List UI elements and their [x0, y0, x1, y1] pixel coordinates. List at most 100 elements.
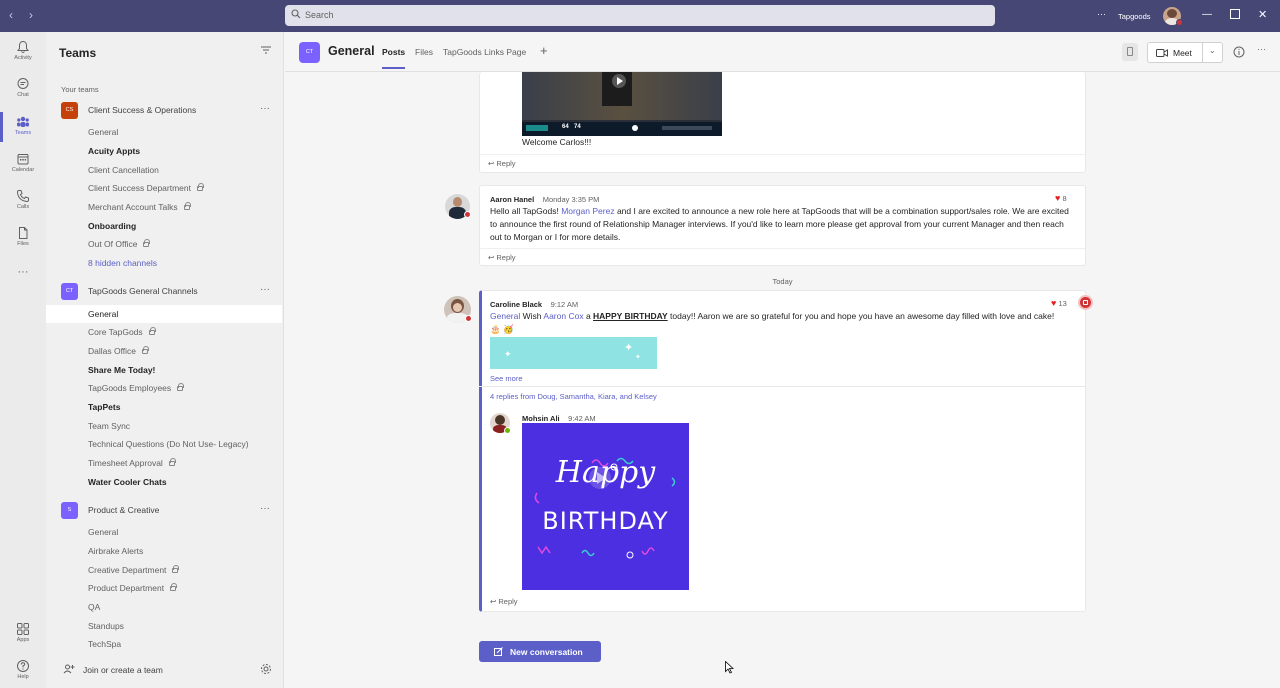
- add-tab-icon[interactable]: +: [540, 43, 548, 58]
- team-tapgoods-general[interactable]: CT TapGoods General Channels ···: [46, 282, 284, 302]
- hidden-channels-link[interactable]: 8 hidden channels: [46, 254, 282, 272]
- gear-icon[interactable]: [260, 663, 272, 675]
- reply-label: Reply: [496, 253, 516, 262]
- info-icon[interactable]: [1233, 46, 1245, 58]
- channel-item[interactable]: Out Of Office: [46, 235, 282, 253]
- clipboard-icon[interactable]: [1122, 43, 1138, 61]
- replies-summary-link[interactable]: 4 replies from Doug, Samantha, Kiara, an…: [490, 392, 657, 401]
- channel-item[interactable]: Creative Department: [46, 561, 282, 579]
- channel-item[interactable]: Water Cooler Chats: [46, 473, 282, 491]
- rail-label: Teams: [14, 130, 32, 136]
- tab-posts[interactable]: Posts: [382, 47, 406, 69]
- rail-calendar[interactable]: Calendar: [0, 152, 46, 173]
- meet-button[interactable]: Meet ⌄: [1147, 42, 1223, 63]
- rail-activity[interactable]: Activity: [0, 40, 46, 61]
- rail-apps[interactable]: Apps: [0, 622, 46, 643]
- your-teams-label: Your teams: [61, 85, 99, 94]
- video-thumbnail[interactable]: 64 74: [522, 72, 722, 136]
- channel-item[interactable]: QA: [46, 598, 282, 616]
- more-options-icon[interactable]: ···: [260, 103, 270, 114]
- message-author: Aaron Hanel: [490, 195, 535, 204]
- channel-item[interactable]: Standups: [46, 617, 282, 635]
- channel-item[interactable]: Timesheet Approval: [46, 454, 282, 472]
- channel-label: Water Cooler Chats: [88, 477, 167, 487]
- channel-title: General: [328, 44, 375, 58]
- rail-calls[interactable]: Calls: [0, 189, 46, 210]
- channel-label: Onboarding: [88, 221, 137, 231]
- channel-item[interactable]: General: [46, 305, 282, 323]
- see-more-link[interactable]: See more: [490, 374, 523, 383]
- filter-icon[interactable]: [261, 46, 271, 54]
- channel-item[interactable]: Acuity Appts: [46, 142, 282, 160]
- tab-files[interactable]: Files: [415, 47, 433, 57]
- tab-links-page[interactable]: TapGoods Links Page: [443, 47, 526, 57]
- birthday-gif[interactable]: Happy BIRTHDAY: [522, 423, 689, 590]
- channel-item[interactable]: Merchant Account Talks: [46, 198, 282, 216]
- channel-label: Client Cancellation: [88, 165, 159, 175]
- channel-item[interactable]: TapGoods Employees: [46, 379, 282, 397]
- search-input[interactable]: Search: [285, 5, 995, 26]
- mention-link[interactable]: Morgan Perez: [561, 206, 614, 216]
- join-create-team[interactable]: Join or create a team: [46, 656, 284, 684]
- reply-button[interactable]: ↩ Reply: [488, 159, 516, 168]
- reaction-badge[interactable]: ♥ 13: [1051, 298, 1067, 308]
- channel-item[interactable]: General: [46, 523, 282, 541]
- message-author: Caroline Black: [490, 300, 543, 309]
- channel-avatar: CT: [299, 42, 320, 63]
- back-arrow-icon[interactable]: ‹: [9, 8, 13, 22]
- channel-label: Creative Department: [88, 565, 167, 575]
- more-apps-icon[interactable]: ···: [0, 266, 46, 278]
- search-placeholder: Search: [305, 10, 334, 20]
- channel-item[interactable]: Technical Questions (Do Not Use- Legacy): [46, 435, 282, 453]
- presence-busy-icon: [1176, 19, 1183, 26]
- channel-item[interactable]: Dallas Office: [46, 342, 282, 360]
- channel-item[interactable]: Airbrake Alerts: [46, 542, 282, 560]
- more-options-icon[interactable]: ···: [1257, 44, 1266, 54]
- reaction-badge[interactable]: ♥ 8: [1055, 193, 1067, 203]
- message-text: Hello all TapGods! Morgan Perez and I ar…: [490, 205, 1075, 244]
- rail-teams[interactable]: Teams: [0, 112, 46, 142]
- teams-icon: [17, 116, 29, 127]
- calendar-icon: [17, 154, 29, 165]
- channel-item[interactable]: Product Department: [46, 579, 282, 597]
- channel-item[interactable]: Client Success Department: [46, 179, 282, 197]
- channel-item[interactable]: Team Sync: [46, 417, 282, 435]
- heart-icon: ♥: [1055, 193, 1061, 203]
- help-icon: [17, 660, 29, 672]
- channel-item[interactable]: General: [46, 123, 282, 141]
- reply-button[interactable]: ↩ Reply: [488, 253, 516, 262]
- mention-link[interactable]: General: [490, 311, 520, 321]
- more-options-icon[interactable]: ···: [260, 503, 270, 514]
- rail-help[interactable]: Help: [0, 659, 46, 680]
- chat-icon: [17, 78, 29, 89]
- new-conversation-button[interactable]: New conversation: [479, 641, 601, 662]
- rail-chat[interactable]: Chat: [0, 77, 46, 98]
- rail-label: Calls: [16, 204, 30, 210]
- team-avatar: CT: [61, 283, 78, 300]
- channel-item[interactable]: Core TapGods: [46, 323, 282, 341]
- bell-icon: [17, 40, 29, 53]
- more-options-icon[interactable]: ···: [260, 284, 270, 295]
- team-client-success[interactable]: CS Client Success & Operations ···: [46, 101, 284, 121]
- message-text-part: Wish: [520, 311, 544, 321]
- mention-link[interactable]: Aaron Cox: [543, 311, 583, 321]
- chevron-down-icon[interactable]: ⌄: [1209, 46, 1216, 55]
- channel-item[interactable]: TapPets: [46, 398, 282, 416]
- search-icon: [291, 9, 301, 19]
- forward-arrow-icon[interactable]: ›: [29, 8, 33, 22]
- reaction-count: 8: [1062, 194, 1067, 203]
- reply-button[interactable]: ↩ Reply: [490, 597, 518, 606]
- channel-label: Product Department: [88, 583, 165, 593]
- channel-item[interactable]: TechSpa: [46, 635, 282, 653]
- play-icon: [617, 77, 623, 85]
- channel-item[interactable]: Share Me Today!: [46, 361, 282, 379]
- channel-item[interactable]: Onboarding: [46, 217, 282, 235]
- banner-image[interactable]: ✦ ✦ ✦: [490, 337, 657, 369]
- maximize-icon[interactable]: [1230, 9, 1240, 19]
- rail-files[interactable]: Files: [0, 226, 46, 247]
- team-product-creative[interactable]: S Product & Creative ···: [46, 501, 284, 521]
- lock-icon: [177, 383, 185, 391]
- message-text-part: a: [583, 311, 594, 321]
- reaction-count: 13: [1058, 299, 1067, 308]
- channel-item[interactable]: Client Cancellation: [46, 161, 282, 179]
